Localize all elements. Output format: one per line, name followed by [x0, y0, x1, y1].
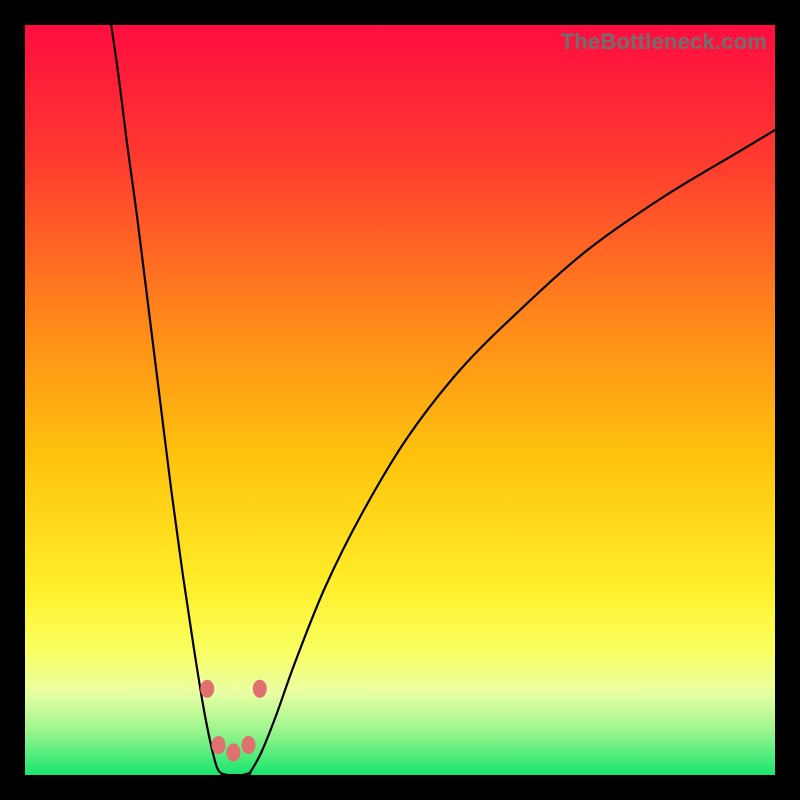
chart-frame: TheBottleneck.com	[25, 25, 775, 775]
bottleneck-chart	[25, 25, 775, 775]
gradient-background	[25, 25, 775, 775]
watermark-text: TheBottleneck.com	[561, 29, 767, 55]
curve-marker	[212, 736, 226, 754]
curve-marker	[253, 680, 267, 698]
curve-marker	[227, 744, 241, 762]
curve-marker	[242, 736, 256, 754]
curve-marker	[200, 680, 214, 698]
